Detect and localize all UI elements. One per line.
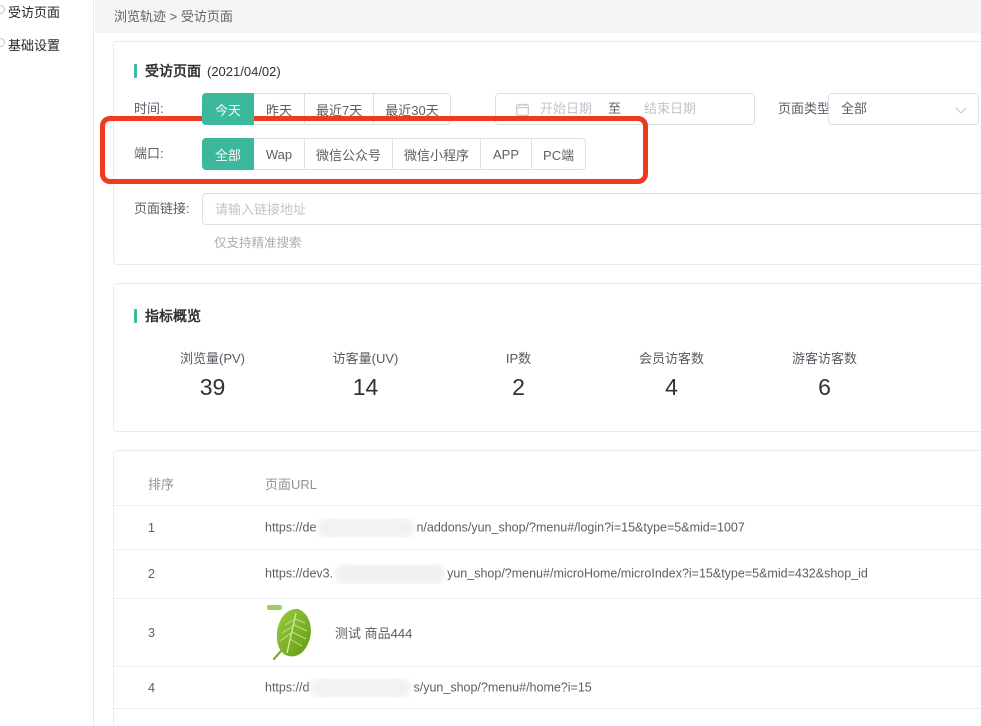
metric: 游客访客数 6 xyxy=(748,348,901,401)
product-tag-icon xyxy=(267,605,282,610)
time-option-button[interactable]: 昨天 xyxy=(253,93,305,125)
metric-label: 访客量(UV) xyxy=(289,348,442,367)
port-option-button[interactable]: 全部 xyxy=(202,138,254,170)
table-row: 1https://de n/addons/yun_shop/?menu#/logi… xyxy=(114,506,981,550)
redacted-blur-patch xyxy=(318,518,414,538)
metrics-card: 指标概览 浏览量(PV) 39访客量(UV) 14IP数 2会员访客数 4游客访客数 6 xyxy=(113,283,981,432)
column-header-rank: 排序 xyxy=(148,474,265,493)
port-option-button[interactable]: Wap xyxy=(253,138,305,170)
time-option-button[interactable]: 最近30天 xyxy=(373,93,450,125)
metric: 访客量(UV) 14 xyxy=(289,348,442,401)
page-type-label: 页面类型: xyxy=(778,93,834,125)
time-filter-row: 时间: 今天昨天最近7天最近30天 开始日期 至 结束日期 页面类型: 全部 xyxy=(134,93,981,125)
url-text: s/yun_shop/?menu#/home?i=15 xyxy=(413,680,591,694)
rank-cell: 3 xyxy=(148,626,265,640)
url-cell[interactable]: https://dev3. yun_shop/?menu#/microHome/m… xyxy=(265,564,981,584)
rank-cell: 4 xyxy=(148,681,265,695)
calendar-icon xyxy=(516,103,529,116)
date-range-picker[interactable]: 开始日期 至 结束日期 xyxy=(495,93,755,125)
title-accent-bar xyxy=(134,309,137,323)
rank-cell: 2 xyxy=(148,567,265,581)
sidebar: 受访页面 基础设置 xyxy=(0,0,94,726)
url-table-card: 排序 页面URL 1https://de n/addons/yun_shop/?m… xyxy=(113,450,981,726)
leaf-image xyxy=(265,605,321,661)
table-header: 排序 页面URL xyxy=(114,451,981,506)
port-option-button[interactable]: APP xyxy=(480,138,532,170)
redacted-blur-patch xyxy=(311,678,411,698)
page-link-label: 页面链接: xyxy=(134,193,190,225)
url-text: yun_shop/?menu#/microHome/microIndex?i=1… xyxy=(447,566,868,580)
url-text: https://dev3. xyxy=(265,566,333,580)
table-row: 4https://d s/yun_shop/?menu#/home?i=15 xyxy=(114,667,981,709)
page-link-row: 页面链接: xyxy=(134,193,981,225)
url-text: n/addons/yun_shop/?menu#/login?i=15&type… xyxy=(416,520,744,534)
sidebar-item-visited-pages[interactable]: 受访页面 xyxy=(8,2,60,21)
sidebar-item-label: 基础设置 xyxy=(8,38,60,53)
port-option-button[interactable]: 微信公众号 xyxy=(304,138,393,170)
table-row: 5htt/yun_shop/?menu#/home?i=15&type=5&mi… xyxy=(114,709,981,726)
sidebar-item-label: 受访页面 xyxy=(8,5,60,20)
page-link-hint: 仅支持精准搜索 xyxy=(214,232,302,251)
page-link-input[interactable] xyxy=(202,193,981,225)
redacted-blur-patch xyxy=(335,564,445,584)
section-title-text: 受访页面 xyxy=(145,61,201,81)
time-option-button[interactable]: 最近7天 xyxy=(304,93,374,125)
metric-label: IP数 xyxy=(442,348,595,367)
table-row: 3 测试 商品444 xyxy=(114,599,981,667)
time-button-group: 今天昨天最近7天最近30天 xyxy=(202,93,451,125)
port-option-button[interactable]: PC端 xyxy=(531,138,586,170)
metric-value: 4 xyxy=(595,374,748,401)
port-button-group: 全部Wap微信公众号微信小程序APPPC端 xyxy=(202,138,586,170)
metric-label: 会员访客数 xyxy=(595,348,748,367)
port-option-button[interactable]: 微信小程序 xyxy=(392,138,481,170)
filter-card: 受访页面 (2021/04/02) 时间: 今天昨天最近7天最近30天 开始日期… xyxy=(113,41,981,265)
start-date-placeholder[interactable]: 开始日期 xyxy=(540,94,592,124)
metric-label: 游客访客数 xyxy=(748,348,901,367)
breadcrumb: 浏览轨迹 > 受访页面 xyxy=(95,0,981,33)
page: 受访页面 基础设置 浏览轨迹 > 受访页面 受访页面 (2021/04/02) … xyxy=(0,0,981,726)
table-row: 2https://dev3. yun_shop/?menu#/microHome/… xyxy=(114,550,981,599)
metric-value: 14 xyxy=(289,374,442,401)
section-title-visited-pages: 受访页面 (2021/04/02) xyxy=(134,61,281,81)
rank-cell: 1 xyxy=(148,521,265,535)
section-title-text: 指标概览 xyxy=(145,306,201,326)
port-label: 端口: xyxy=(134,138,164,170)
end-date-placeholder[interactable]: 结束日期 xyxy=(644,94,696,124)
bullet-icon xyxy=(0,38,5,47)
sidebar-item-basic-settings[interactable]: 基础设置 xyxy=(8,35,60,54)
metric-value: 6 xyxy=(748,374,901,401)
table-body: 1https://de n/addons/yun_shop/?menu#/logi… xyxy=(114,506,981,726)
url-text: https://d xyxy=(265,680,309,694)
metric: IP数 2 xyxy=(442,348,595,401)
section-title-metrics: 指标概览 xyxy=(134,306,201,326)
time-label: 时间: xyxy=(134,93,164,125)
main-area: 浏览轨迹 > 受访页面 受访页面 (2021/04/02) 时间: 今天昨天最近… xyxy=(95,0,981,726)
metrics-row: 浏览量(PV) 39访客量(UV) 14IP数 2会员访客数 4游客访客数 6 xyxy=(136,348,901,401)
product-name: 测试 商品444 xyxy=(335,623,412,642)
url-cell[interactable]: https://d s/yun_shop/?menu#/home?i=15 xyxy=(265,678,981,698)
title-accent-bar xyxy=(134,64,137,78)
page-type-select[interactable]: 全部 xyxy=(828,93,979,125)
url-text: https://de xyxy=(265,520,316,534)
url-cell[interactable]: https://de n/addons/yun_shop/?menu#/login… xyxy=(265,518,981,538)
metric: 浏览量(PV) 39 xyxy=(136,348,289,401)
metric-label: 浏览量(PV) xyxy=(136,348,289,367)
section-title-date: (2021/04/02) xyxy=(207,64,281,79)
product-image[interactable] xyxy=(265,605,321,661)
metric-value: 39 xyxy=(136,374,289,401)
port-filter-row: 端口: 全部Wap微信公众号微信小程序APPPC端 xyxy=(134,138,981,170)
time-option-button[interactable]: 今天 xyxy=(202,93,254,125)
metric: 会员访客数 4 xyxy=(595,348,748,401)
date-range-separator: 至 xyxy=(608,94,621,124)
metric-value: 2 xyxy=(442,374,595,401)
bullet-icon xyxy=(0,5,5,14)
url-cell[interactable]: 测试 商品444 xyxy=(265,605,981,661)
column-header-url: 页面URL xyxy=(265,474,317,493)
